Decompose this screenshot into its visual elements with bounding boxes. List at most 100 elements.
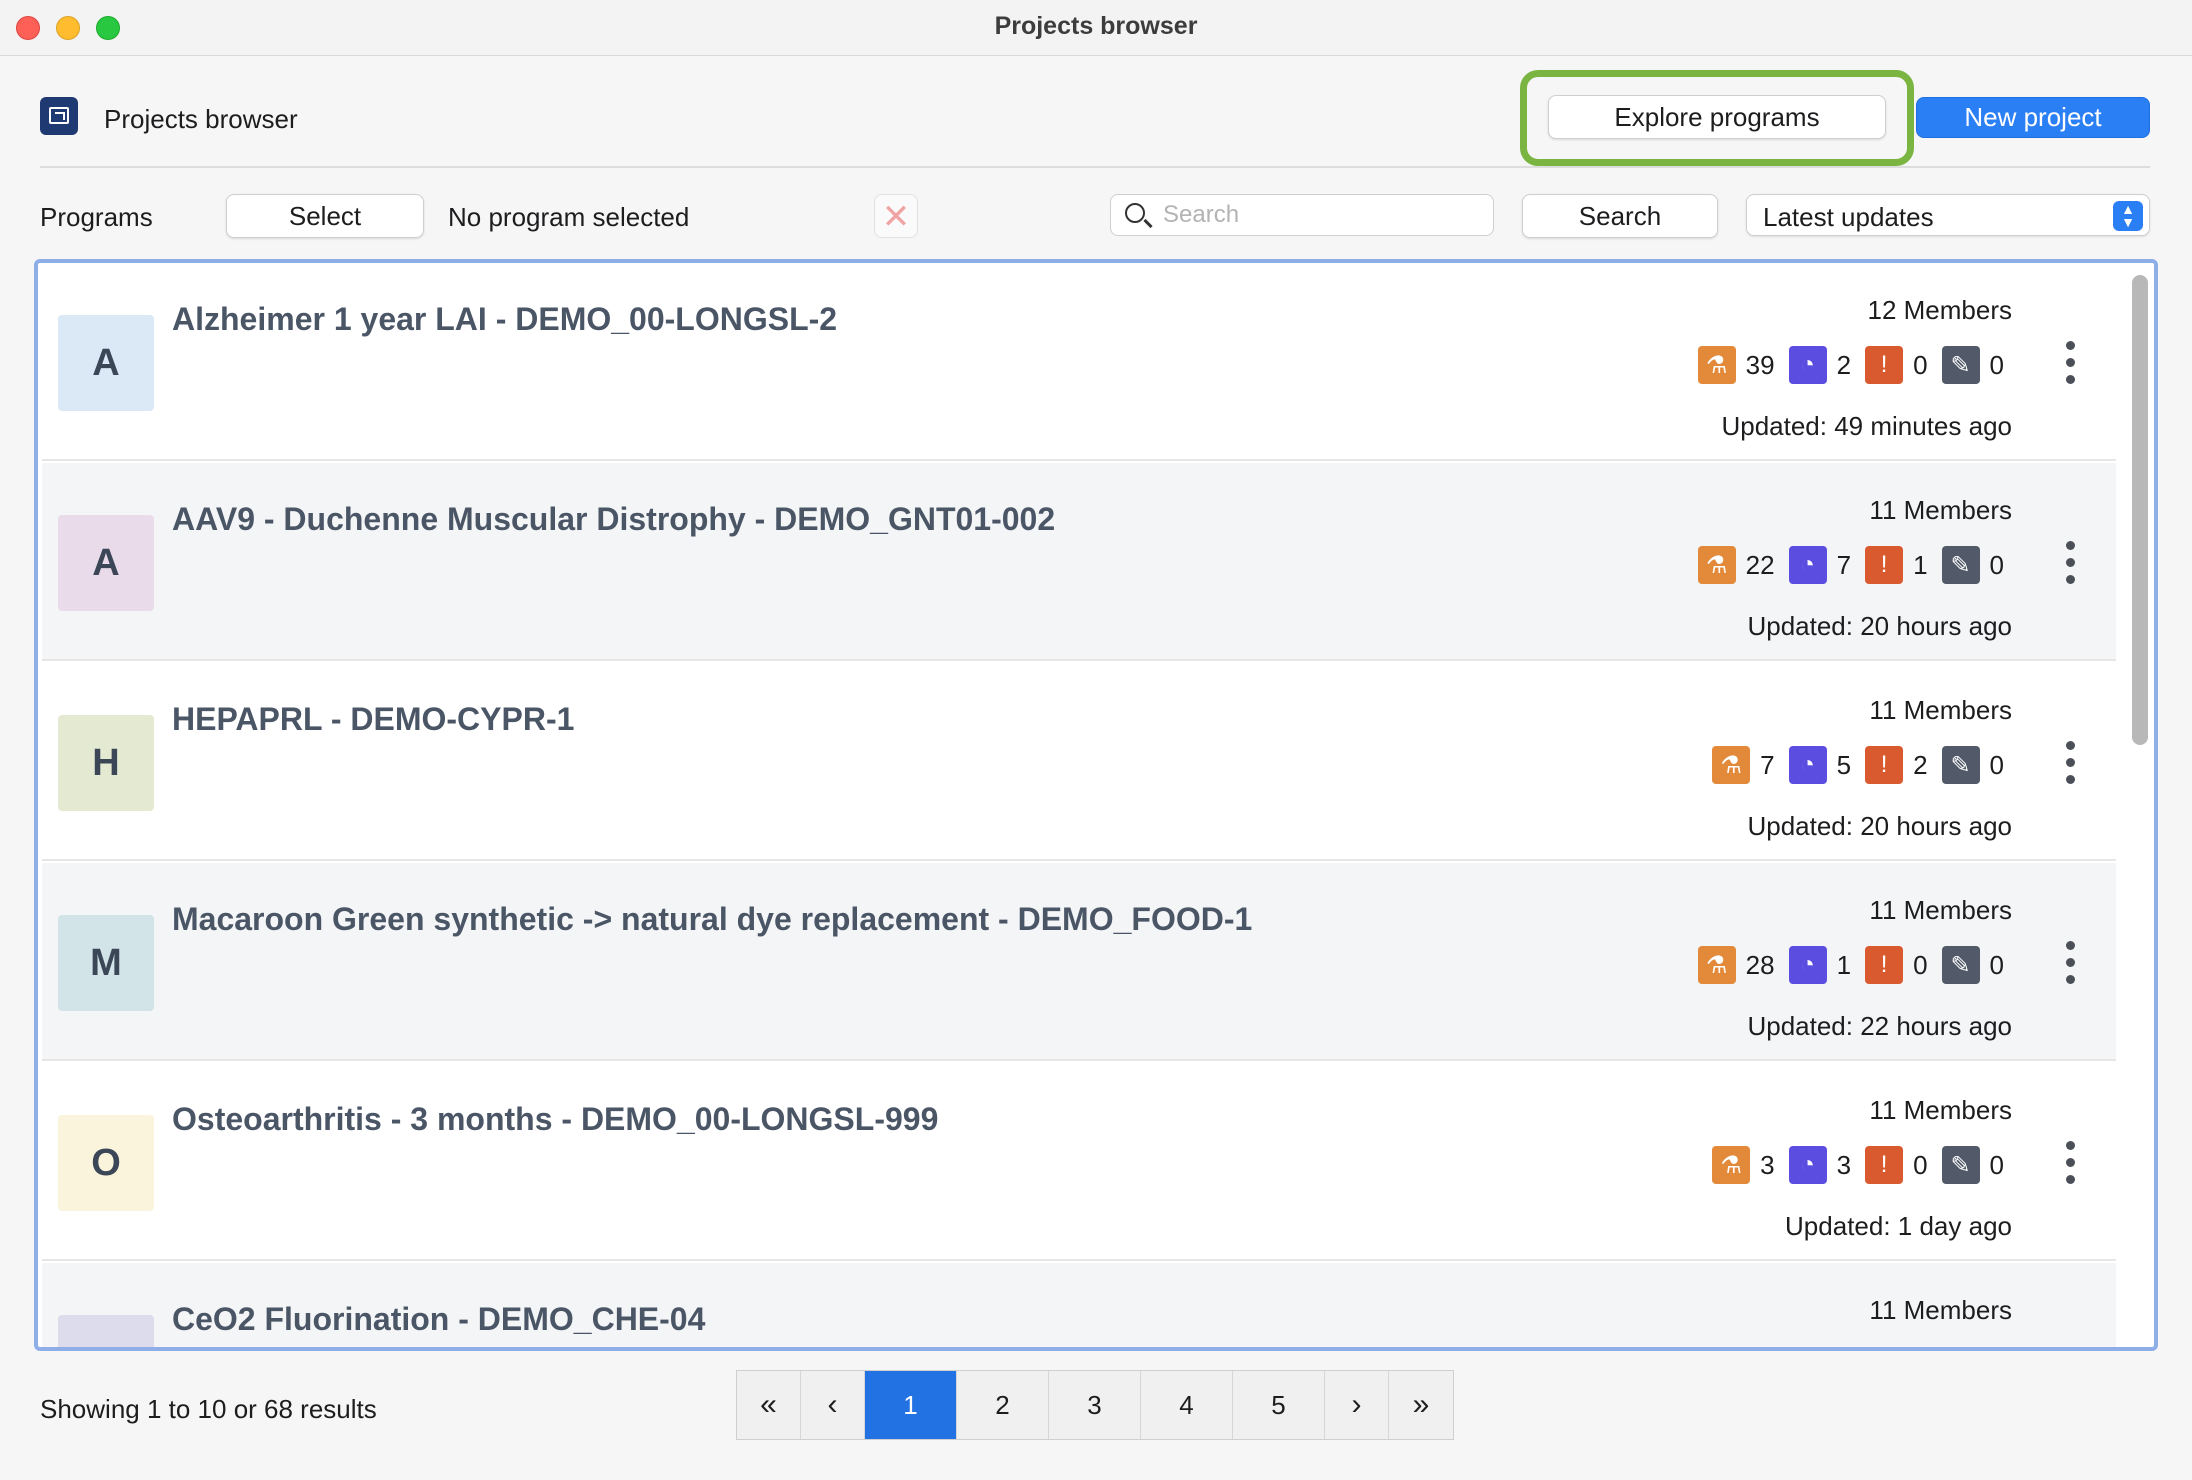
programs-label: Programs <box>40 202 153 232</box>
project-avatar: O <box>58 1115 154 1211</box>
more-options-icon[interactable] <box>2064 341 2076 391</box>
stat-count: 0 <box>1989 749 2004 780</box>
next-page-button[interactable]: › <box>1325 1371 1389 1439</box>
project-avatar: A <box>58 515 154 611</box>
stat-count: 0 <box>1913 1149 1928 1180</box>
stat-lab: ⚗ 22 <box>1697 546 1775 584</box>
stat-doc: ✎ 0 <box>1941 346 2004 384</box>
chevron-updown-icon: ▲ ▼ <box>2113 201 2143 231</box>
more-options-icon[interactable] <box>2064 1141 2076 1191</box>
edit-document-icon: ✎ <box>1941 746 1980 784</box>
search-button[interactable]: Search <box>1522 194 1718 238</box>
project-updated: Updated: 22 hours ago <box>1747 1011 2012 1041</box>
flask-icon: ⚗ <box>1697 546 1736 584</box>
select-program-button[interactable]: Select <box>226 194 424 238</box>
project-stats: ⚗ 3 ◔ 3! 0 ✎ 0 <box>1698 1145 2004 1185</box>
project-title[interactable]: Osteoarthritis - 3 months - DEMO_00-LONG… <box>172 1101 938 1138</box>
stat-count: 28 <box>1745 949 1775 980</box>
alert-clock-icon: ! <box>1865 1146 1904 1184</box>
project-title[interactable]: Alzheimer 1 year LAI - DEMO_00-LONGSL-2 <box>172 301 837 338</box>
stat-count: 0 <box>1913 949 1928 980</box>
project-row[interactable]: A AAV9 - Duchenne Muscular Distrophy - DE… <box>42 463 2116 661</box>
explore-programs-button[interactable]: Explore programs <box>1548 95 1886 139</box>
project-row[interactable]: CeO2 Fluorination - DEMO_CHE-04 11 Member… <box>42 1263 2116 1347</box>
alert-clock-icon: ! <box>1865 946 1904 984</box>
project-members: 11 Members <box>1869 695 2012 725</box>
project-title[interactable]: AAV9 - Duchenne Muscular Distrophy - DEM… <box>172 501 1055 538</box>
stat-count: 7 <box>1836 549 1852 580</box>
more-options-icon[interactable] <box>2064 741 2076 791</box>
stat-count: 22 <box>1745 549 1775 580</box>
page-button-3[interactable]: 3 <box>1049 1371 1141 1439</box>
header-divider <box>40 166 2150 168</box>
project-members: 11 Members <box>1869 1095 2012 1125</box>
project-row[interactable]: A Alzheimer 1 year LAI - DEMO_00-LONGSL-2… <box>42 263 2116 461</box>
page-button-1[interactable]: 1 <box>865 1371 957 1439</box>
project-avatar: M <box>58 915 154 1011</box>
project-row[interactable]: M Macaroon Green synthetic -> natural dye… <box>42 863 2116 1061</box>
stat-count: 5 <box>1836 749 1852 780</box>
page-button-2[interactable]: 2 <box>957 1371 1049 1439</box>
stat-warn: ! 1 <box>1865 546 1928 584</box>
stat-lab: ⚗ 7 <box>1712 746 1775 784</box>
pie-chart-icon: ◔ <box>1788 346 1827 384</box>
pagination: « ‹ 1 2 3 4 5 › » <box>736 1370 1454 1440</box>
search-field[interactable] <box>1110 194 1494 236</box>
search-input[interactable] <box>1163 199 1483 231</box>
project-updated: Updated: 1 day ago <box>1785 1211 2012 1241</box>
stat-count: 0 <box>1989 1149 2004 1180</box>
page-button-4[interactable]: 4 <box>1141 1371 1233 1439</box>
projects-list[interactable]: A Alzheimer 1 year LAI - DEMO_00-LONGSL-2… <box>34 259 2158 1351</box>
project-stats: ⚗ 39 ◔ 2 ! 0 ✎ 0 <box>1684 345 2004 385</box>
results-summary: Showing 1 to 10 or 68 results <box>40 1394 377 1424</box>
project-updated: Updated: 49 minutes ago <box>1721 411 2012 441</box>
pie-chart-icon: ◔ <box>1788 1146 1827 1184</box>
stat-doc: ✎ 0 <box>1941 546 2004 584</box>
project-row[interactable]: O Osteoarthritis - 3 months - DEMO_00-LON… <box>42 1063 2116 1261</box>
selected-program-text: No program selected <box>448 202 690 232</box>
first-page-button[interactable]: « <box>737 1371 801 1439</box>
stat-count: 0 <box>1913 349 1928 380</box>
stat-pie: ◔ 1 <box>1788 946 1852 984</box>
stat-count: 2 <box>1836 349 1852 380</box>
project-avatar: A <box>58 315 154 411</box>
search-icon <box>1125 203 1145 223</box>
edit-document-icon: ✎ <box>1941 546 1980 584</box>
flask-icon: ⚗ <box>1697 946 1736 984</box>
project-members: 11 Members <box>1869 895 2012 925</box>
project-stats: ⚗ 28 ◔ 1! 0 ✎ 0 <box>1684 945 2004 985</box>
new-project-button[interactable]: New project <box>1916 97 2150 138</box>
stat-count: 1 <box>1836 949 1852 980</box>
stat-count: 39 <box>1745 349 1775 380</box>
project-title[interactable]: Macaroon Green synthetic -> natural dye … <box>172 901 1252 938</box>
app-window: Projects browser Projects browser Explor… <box>0 0 2192 1480</box>
flask-icon: ⚗ <box>1712 1146 1751 1184</box>
sort-select[interactable]: Latest updates ▲ ▼ <box>1746 194 2150 236</box>
project-row[interactable]: H HEPAPRL - DEMO-CYPR-1 11 Members ⚗ 7 ◔ 5! 2 ✎ 0… <box>42 663 2116 861</box>
more-options-icon[interactable] <box>2064 941 2076 991</box>
stat-lab: ⚗ 3 <box>1712 1146 1775 1184</box>
pie-chart-icon: ◔ <box>1788 746 1827 784</box>
page-title: Projects browser <box>104 104 298 134</box>
clear-program-button[interactable]: ✕ <box>874 194 918 238</box>
flask-icon: ⚗ <box>1712 746 1751 784</box>
list-scrollbar[interactable] <box>2132 275 2148 745</box>
project-title[interactable]: CeO2 Fluorination - DEMO_CHE-04 <box>172 1301 705 1338</box>
project-title[interactable]: HEPAPRL - DEMO-CYPR-1 <box>172 701 574 738</box>
stat-count: 3 <box>1760 1149 1775 1180</box>
last-page-button[interactable]: » <box>1389 1371 1453 1439</box>
sort-value: Latest updates <box>1763 202 1934 232</box>
clear-icon: ✕ <box>881 198 911 236</box>
project-updated: Updated: 20 hours ago <box>1747 811 2012 841</box>
stat-lab: ⚗ 28 <box>1697 946 1775 984</box>
more-options-icon[interactable] <box>2064 541 2076 591</box>
stat-count: 0 <box>1989 349 2004 380</box>
project-stats: ⚗ 7 ◔ 5! 2 ✎ 0 <box>1698 745 2004 785</box>
previous-page-button[interactable]: ‹ <box>801 1371 865 1439</box>
stat-warn: ! 0 <box>1865 346 1928 384</box>
stat-count: 0 <box>1989 549 2004 580</box>
flask-icon: ⚗ <box>1697 346 1736 384</box>
page-button-5[interactable]: 5 <box>1233 1371 1325 1439</box>
project-stats: ⚗ 22 ◔ 7! 1 ✎ 0 <box>1684 545 2004 585</box>
edit-document-icon: ✎ <box>1941 946 1980 984</box>
